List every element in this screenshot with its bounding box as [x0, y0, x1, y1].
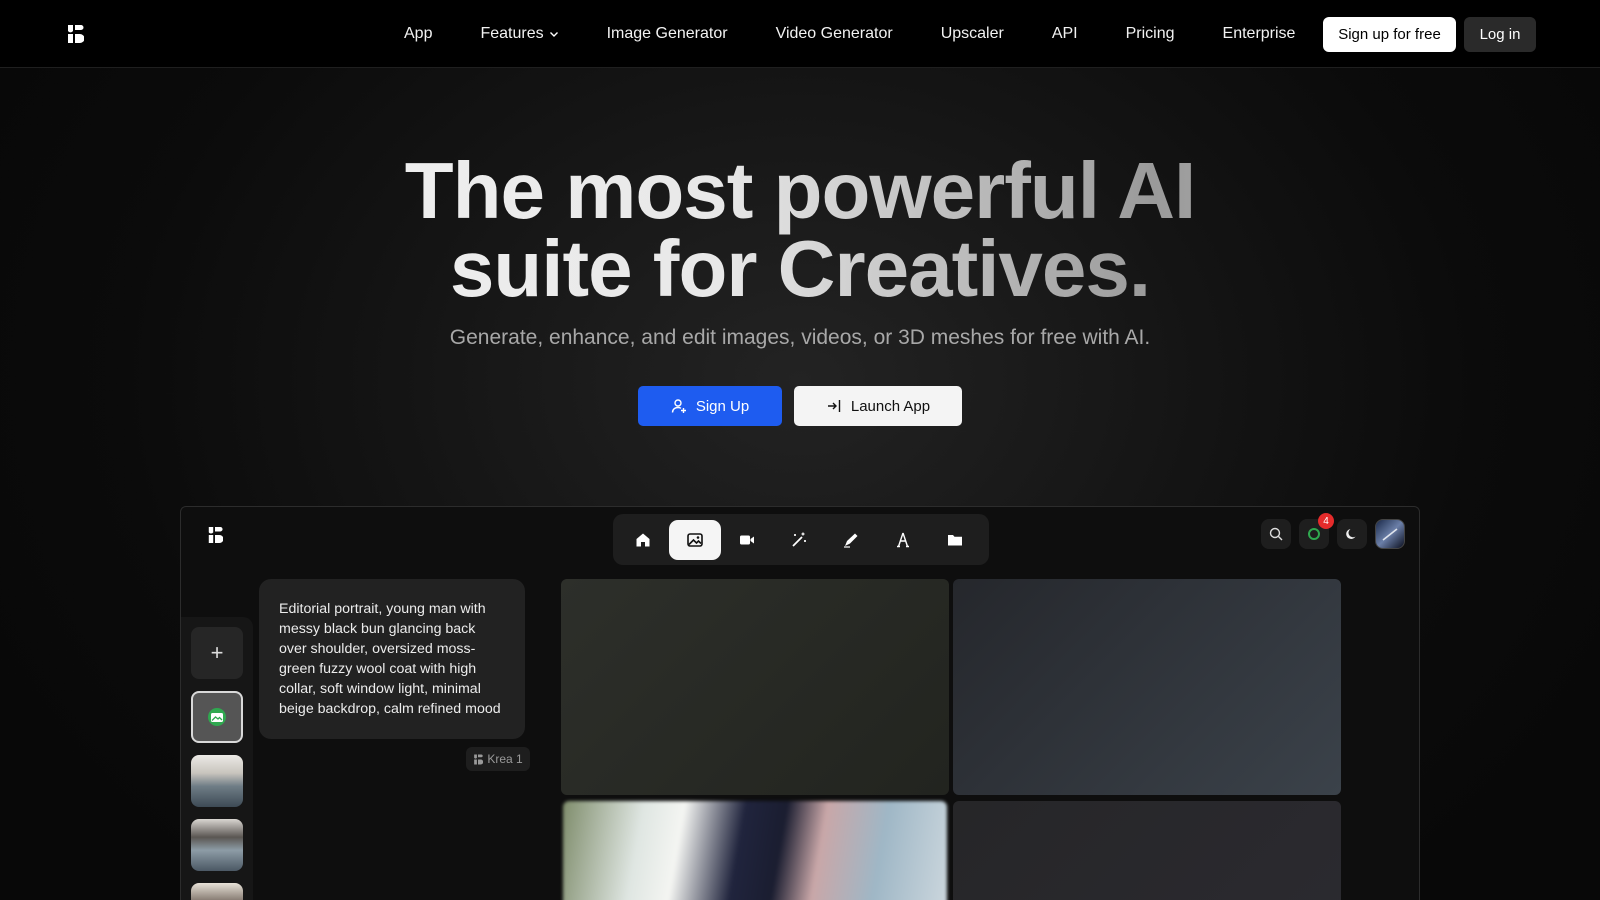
progress-button[interactable]: 4	[1299, 513, 1334, 549]
nav-video-generator[interactable]: Video Generator	[752, 25, 917, 43]
profile-avatar-button[interactable]	[1375, 519, 1405, 549]
nav-enterprise[interactable]: Enterprise	[1199, 25, 1320, 43]
generated-image-2[interactable]	[953, 579, 1341, 795]
prompt-message: Editorial portrait, young man with messy…	[259, 579, 525, 739]
nav-links: App Features Image Generator Video Gener…	[380, 0, 1319, 68]
sign-up-label: Sign Up	[695, 397, 750, 415]
app-top-right-controls: 4	[1261, 513, 1405, 549]
launch-app-label: Launch App	[850, 397, 931, 415]
video-icon	[740, 535, 754, 544]
chevron-down-icon	[549, 32, 558, 37]
sign-up-button[interactable]: Sign Up	[638, 386, 782, 426]
login-arrow-icon	[827, 400, 841, 412]
search-button[interactable]	[1261, 519, 1291, 549]
image-generating-icon	[208, 708, 226, 726]
folder-icon	[948, 534, 962, 545]
nav-enterprise-label: Enterprise	[1222, 25, 1296, 42]
signup-free-button[interactable]: Sign up for free	[1323, 17, 1456, 52]
nav-features-label: Features	[480, 25, 544, 42]
hero-title-line-2: suite for Creatives.	[449, 224, 1151, 313]
user-plus-icon	[671, 399, 686, 413]
notification-badge: 4	[1318, 513, 1334, 529]
nav-image-generator[interactable]: Image Generator	[583, 25, 752, 43]
hero-subtitle: Generate, enhance, and edit images, vide…	[449, 326, 1151, 349]
tool-image[interactable]	[669, 519, 721, 560]
progress-ring-icon	[1308, 528, 1320, 540]
sidebar-thumb-1[interactable]	[191, 755, 243, 807]
krea-logo-icon	[208, 527, 223, 543]
enhance-icon	[792, 532, 806, 547]
nav-image-generator-label: Image Generator	[606, 25, 728, 42]
tool-text[interactable]	[877, 520, 929, 560]
nav-upscaler-label: Upscaler	[940, 25, 1004, 42]
avatar	[1382, 528, 1398, 541]
tool-home[interactable]	[617, 520, 669, 560]
text-icon	[897, 532, 909, 547]
nav-pricing-label: Pricing	[1125, 25, 1175, 42]
image-icon	[687, 532, 703, 547]
tool-edit[interactable]	[825, 520, 877, 560]
launch-app-button[interactable]: Launch App	[794, 386, 962, 426]
app-preview: 4 + Editorial portrait, young man with m…	[180, 506, 1420, 900]
tool-enhance[interactable]	[773, 520, 825, 560]
model-label: Krea 1	[487, 752, 523, 766]
search-icon	[1269, 527, 1283, 541]
generated-image-3[interactable]	[563, 801, 947, 900]
tool-folder[interactable]	[929, 520, 981, 560]
krea-logo-icon	[474, 754, 484, 764]
model-tag[interactable]: Krea 1	[466, 747, 530, 771]
sidebar-thumb-3[interactable]	[191, 883, 243, 900]
top-nav: App Features Image Generator Video Gener…	[0, 0, 1600, 68]
nav-upscaler[interactable]: Upscaler	[917, 25, 1028, 43]
nav-features[interactable]: Features	[456, 25, 582, 43]
nav-pricing[interactable]: Pricing	[1102, 25, 1199, 43]
sidebar-thumb-current[interactable]	[191, 691, 243, 743]
nav-video-generator-label: Video Generator	[775, 25, 893, 42]
home-icon	[636, 533, 650, 546]
theme-toggle-button[interactable]	[1337, 519, 1367, 549]
nav-api[interactable]: API	[1028, 25, 1102, 43]
login-button[interactable]: Log in	[1464, 17, 1536, 52]
generated-image-4[interactable]	[953, 801, 1341, 900]
krea-logo-icon[interactable]	[66, 24, 84, 44]
nav-app[interactable]: App	[380, 25, 456, 43]
tool-video[interactable]	[721, 520, 773, 560]
hero-title: The most powerful AI suite for Creatives…	[0, 152, 1600, 308]
hero-title-line-1: The most powerful AI	[404, 146, 1196, 235]
app-toolbar	[613, 514, 989, 565]
generated-image-1[interactable]	[561, 579, 949, 795]
moon-icon	[1346, 529, 1356, 539]
edit-icon	[844, 533, 858, 548]
sidebar-thumb-2[interactable]	[191, 819, 243, 871]
nav-api-label: API	[1051, 25, 1078, 42]
new-generation-button[interactable]: +	[191, 627, 243, 679]
nav-app-label: App	[404, 25, 433, 42]
app-sidebar: +	[181, 617, 253, 900]
